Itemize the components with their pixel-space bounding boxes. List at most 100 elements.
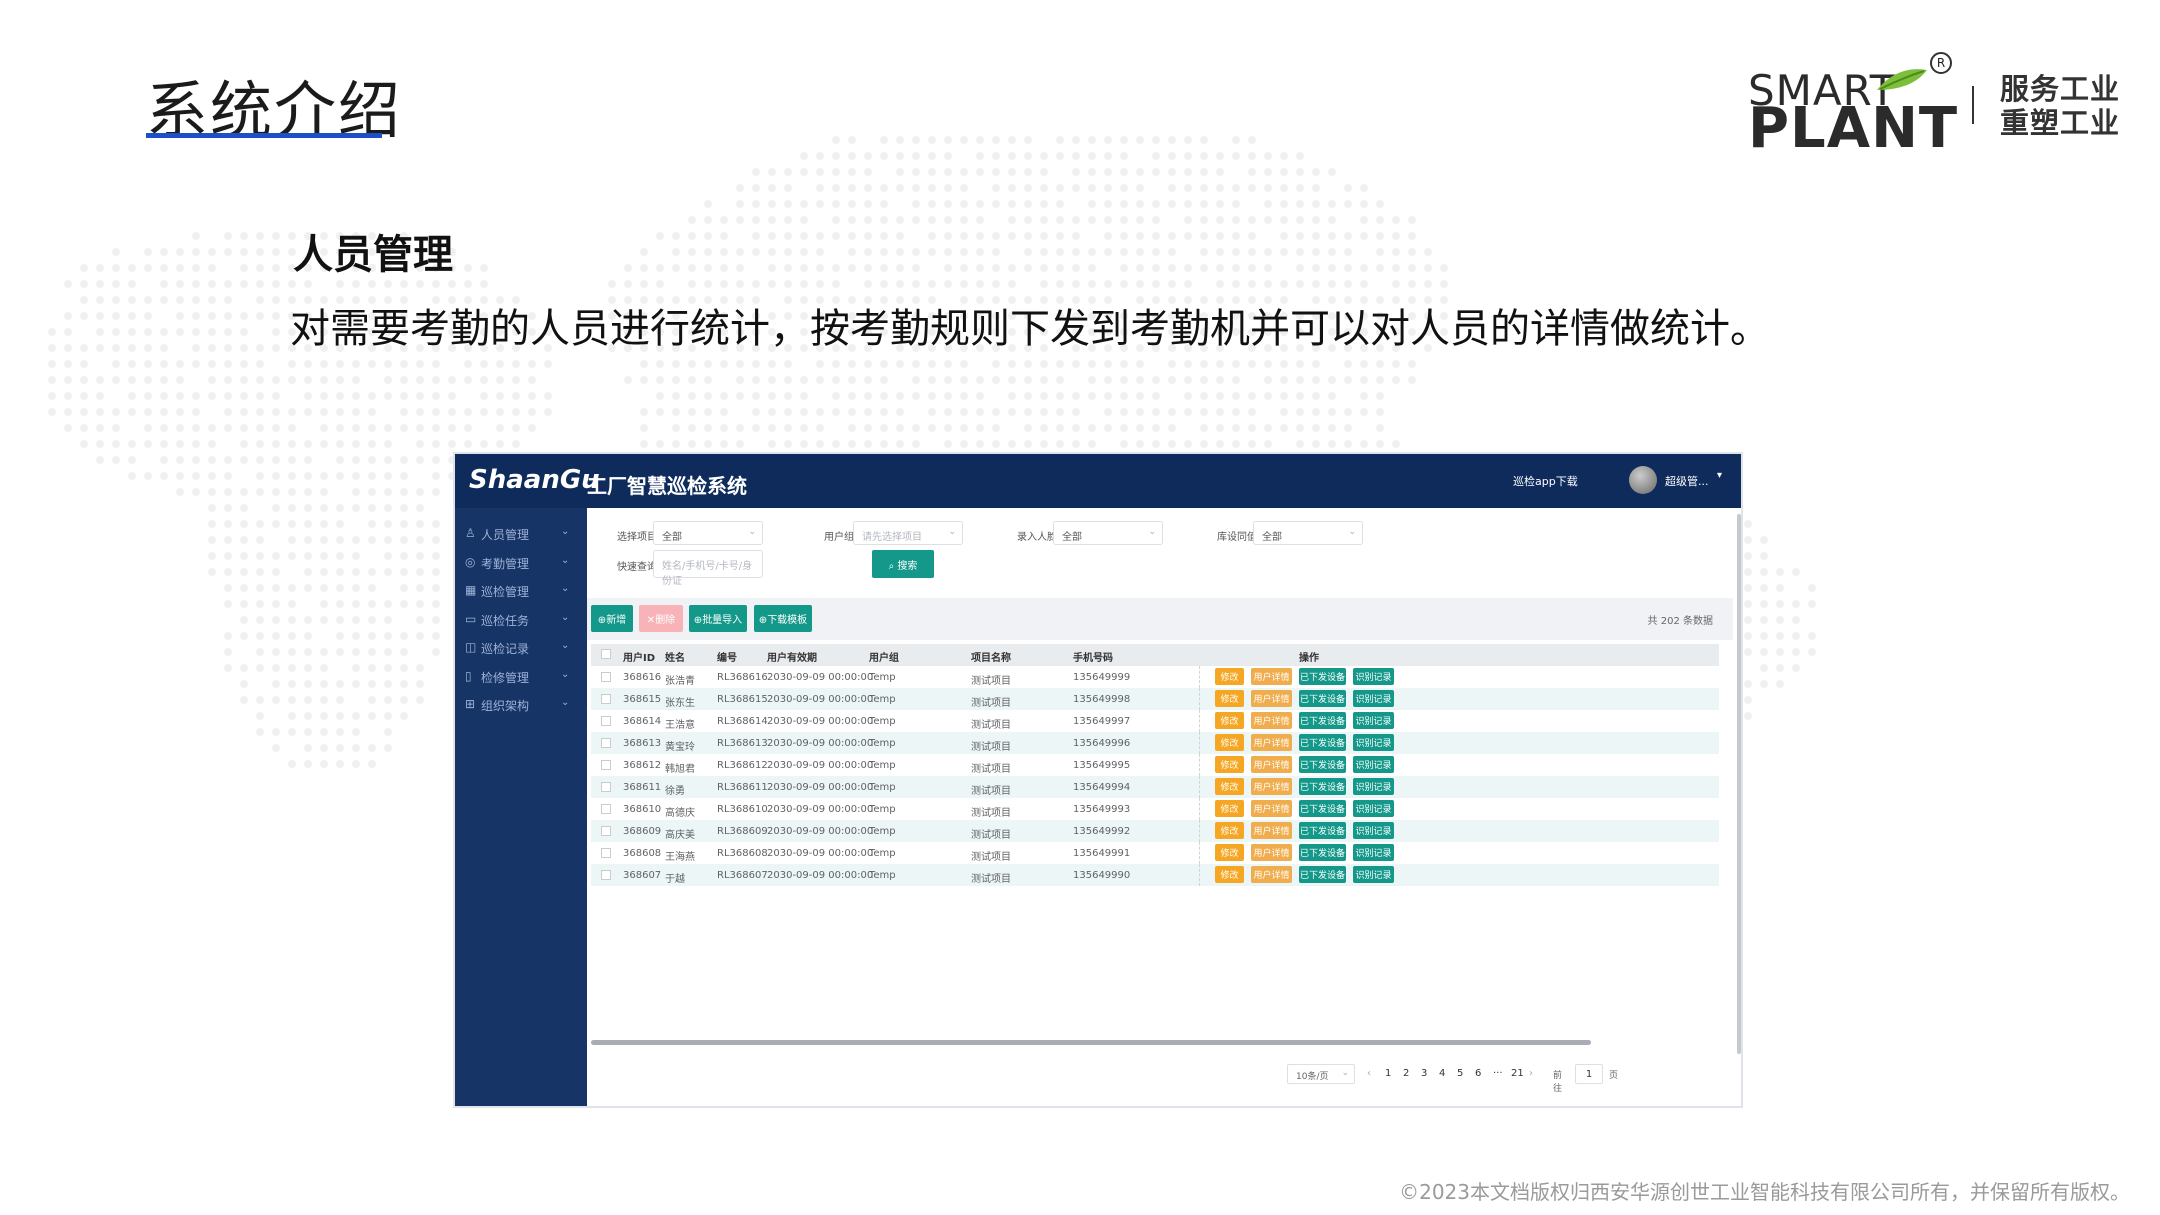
- user-detail-button[interactable]: 用户详情: [1251, 778, 1292, 795]
- page-number[interactable]: 4: [1439, 1068, 1445, 1079]
- recognition-record-button[interactable]: 识别记录: [1353, 756, 1394, 773]
- issued-device-button[interactable]: 已下发设备: [1299, 668, 1346, 685]
- sidebar-item[interactable]: ◎ 考勤管理 ⌄: [455, 549, 587, 577]
- recognition-record-button[interactable]: 识别记录: [1353, 712, 1394, 729]
- user-detail-button[interactable]: 用户详情: [1251, 712, 1292, 729]
- recognition-record-button[interactable]: 识别记录: [1353, 690, 1394, 707]
- recognition-record-button[interactable]: 识别记录: [1353, 734, 1394, 751]
- horizontal-scrollbar[interactable]: [591, 1040, 1591, 1045]
- page-number[interactable]: 6: [1475, 1068, 1481, 1079]
- recognition-record-button[interactable]: 识别记录: [1353, 778, 1394, 795]
- sidebar-item[interactable]: ▯ 检修管理 ⌄: [455, 663, 587, 691]
- row-checkbox[interactable]: [601, 870, 611, 880]
- group-select[interactable]: 请先选择项目 ⌄: [853, 521, 963, 545]
- recognition-record-button[interactable]: 识别记录: [1353, 800, 1394, 817]
- issued-device-button[interactable]: 已下发设备: [1299, 734, 1346, 751]
- row-checkbox[interactable]: [601, 760, 611, 770]
- page-number[interactable]: 1: [1385, 1068, 1391, 1079]
- edit-button[interactable]: 修改: [1215, 712, 1244, 729]
- edit-button[interactable]: 修改: [1215, 734, 1244, 751]
- user-detail-button[interactable]: 用户详情: [1251, 866, 1292, 883]
- enroll-select[interactable]: 全部 ⌄: [1053, 521, 1163, 545]
- issued-device-button[interactable]: 已下发设备: [1299, 800, 1346, 817]
- edit-button[interactable]: 修改: [1215, 778, 1244, 795]
- next-page-button[interactable]: ›: [1529, 1068, 1533, 1079]
- edit-button[interactable]: 修改: [1215, 844, 1244, 861]
- table-cell: 王海燕: [665, 852, 695, 863]
- edit-button[interactable]: 修改: [1215, 800, 1244, 817]
- row-checkbox[interactable]: [601, 716, 611, 726]
- row-checkbox[interactable]: [601, 782, 611, 792]
- table-cell: 徐勇: [665, 786, 685, 797]
- row-checkbox[interactable]: [601, 694, 611, 704]
- quick-search-label: 快速查询: [617, 562, 657, 573]
- select-all-checkbox[interactable]: [601, 649, 611, 659]
- edit-button[interactable]: 修改: [1215, 866, 1244, 883]
- page-number[interactable]: 2: [1403, 1068, 1409, 1079]
- sidebar-item[interactable]: ♙ 人员管理 ⌄: [455, 520, 587, 548]
- row-checkbox[interactable]: [601, 672, 611, 682]
- user-detail-button[interactable]: 用户详情: [1251, 734, 1292, 751]
- search-button[interactable]: ⌕ 搜索: [872, 550, 934, 578]
- user-detail-button[interactable]: 用户详情: [1251, 844, 1292, 861]
- recognition-record-button[interactable]: 识别记录: [1353, 866, 1394, 883]
- issued-device-button[interactable]: 已下发设备: [1299, 756, 1346, 773]
- row-checkbox[interactable]: [601, 804, 611, 814]
- table-cell: 测试项目: [971, 852, 1011, 863]
- edit-button[interactable]: 修改: [1215, 822, 1244, 839]
- issued-device-button[interactable]: 已下发设备: [1299, 690, 1346, 707]
- vertical-scrollbar[interactable]: [1737, 514, 1741, 1054]
- user-detail-button[interactable]: 用户详情: [1251, 822, 1292, 839]
- quick-search-input[interactable]: 姓名/手机号/卡号/身份证: [653, 550, 763, 587]
- issued-device-button[interactable]: 已下发设备: [1299, 712, 1346, 729]
- download-template-button[interactable]: ⊕下载模板: [754, 605, 812, 632]
- edit-button[interactable]: 修改: [1215, 690, 1244, 707]
- row-checkbox[interactable]: [601, 848, 611, 858]
- issued-device-button[interactable]: 已下发设备: [1299, 778, 1346, 795]
- row-checkbox[interactable]: [601, 738, 611, 748]
- page-number[interactable]: 3: [1421, 1068, 1427, 1079]
- batch-import-button[interactable]: ⊕批量导入: [689, 605, 747, 632]
- table-row: 368608 王海燕 RL368608 2030-09-09 00:00:00 Temp…: [591, 842, 1719, 864]
- project-select[interactable]: 全部 ⌄: [653, 521, 763, 545]
- app-download-link[interactable]: 巡检app下载: [1513, 473, 1578, 489]
- issued-device-button[interactable]: 已下发设备: [1299, 844, 1346, 861]
- user-detail-button[interactable]: 用户详情: [1251, 690, 1292, 707]
- add-button[interactable]: ⊕新增: [591, 605, 633, 632]
- page-size-select[interactable]: 10条/页 ⌄: [1287, 1064, 1355, 1084]
- avatar[interactable]: [1629, 466, 1657, 494]
- sidebar-item[interactable]: ▭ 巡检任务 ⌄: [455, 606, 587, 634]
- edit-button[interactable]: 修改: [1215, 668, 1244, 685]
- sidebar-item[interactable]: ◫ 巡检记录 ⌄: [455, 634, 587, 662]
- user-icon: ♙: [465, 526, 476, 540]
- table-cell: 368608: [623, 848, 662, 859]
- caret-down-icon[interactable]: ▾: [1717, 470, 1722, 481]
- chevron-down-icon: ⌄: [1341, 1068, 1349, 1078]
- edit-button[interactable]: 修改: [1215, 756, 1244, 773]
- issued-device-button[interactable]: 已下发设备: [1299, 822, 1346, 839]
- issued-device-button[interactable]: 已下发设备: [1299, 866, 1346, 883]
- sync-select[interactable]: 全部 ⌄: [1253, 521, 1363, 545]
- row-checkbox[interactable]: [601, 826, 611, 836]
- table-cell: 135649997: [1073, 716, 1131, 727]
- goto-page-input[interactable]: 1: [1575, 1064, 1603, 1084]
- recognition-record-button[interactable]: 识别记录: [1353, 668, 1394, 685]
- user-detail-button[interactable]: 用户详情: [1251, 800, 1292, 817]
- user-detail-button[interactable]: 用户详情: [1251, 756, 1292, 773]
- recognition-record-button[interactable]: 识别记录: [1353, 844, 1394, 861]
- delete-button[interactable]: ✕删除: [639, 605, 683, 632]
- user-detail-button[interactable]: 用户详情: [1251, 668, 1292, 685]
- page-number[interactable]: ···: [1493, 1068, 1503, 1079]
- page-number[interactable]: 21: [1511, 1068, 1524, 1079]
- recognition-record-button[interactable]: 识别记录: [1353, 822, 1394, 839]
- chevron-down-icon: ⌄: [748, 527, 756, 537]
- page-number[interactable]: 5: [1457, 1068, 1463, 1079]
- table-cell: 高德庆: [665, 808, 695, 819]
- registered-mark: R: [1930, 52, 1952, 74]
- sidebar-item[interactable]: ⊞ 组织架构 ⌄: [455, 691, 587, 719]
- chevron-down-icon: ⌄: [561, 526, 570, 537]
- prev-page-button[interactable]: ‹: [1367, 1068, 1371, 1079]
- table-cell: 368612: [623, 760, 662, 771]
- user-name[interactable]: 超级管...: [1665, 473, 1709, 489]
- sidebar-item[interactable]: ▦ 巡检管理 ⌄: [455, 577, 587, 605]
